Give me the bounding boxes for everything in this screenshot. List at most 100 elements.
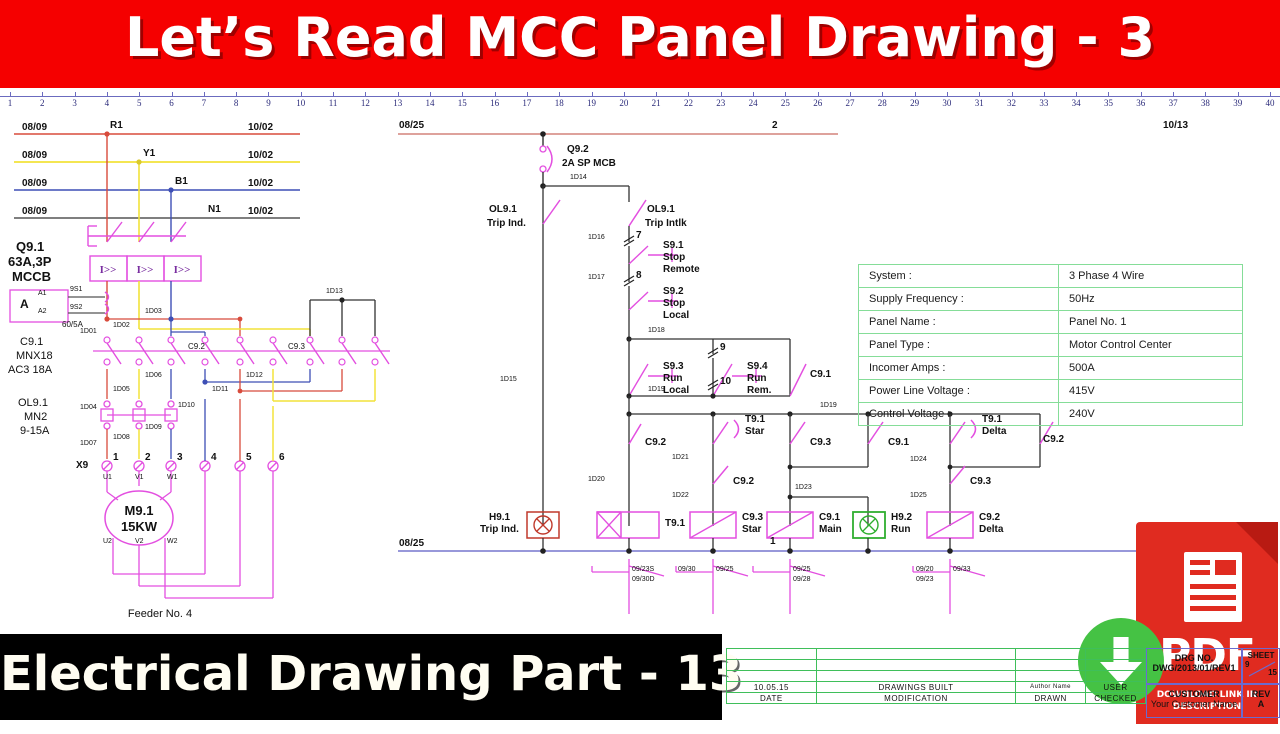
ruler-tick [753, 92, 755, 97]
ruler-tick [74, 92, 76, 97]
revision-blank-cell [815, 670, 1017, 682]
ruler-tick [106, 92, 108, 97]
busbar-ref-left-n: 08/09 [22, 206, 48, 217]
revision-blank-cell [1085, 659, 1146, 671]
wire-1d25: 1D25 [910, 492, 927, 499]
coil-c91-tag: C9.1 [819, 512, 841, 523]
ruler-tick [236, 92, 238, 97]
contactor-model: MNX18 [16, 350, 53, 362]
ruler-tick [1270, 92, 1271, 97]
switch-s91-tag: S9.1 [663, 240, 684, 251]
ruler-number: 37 [1168, 98, 1178, 108]
ruler-tick [1237, 92, 1239, 97]
control-ref-center: 2 [772, 120, 778, 131]
ruler-number: 33 [1039, 98, 1049, 108]
contact-c91-1: C9.1 [888, 437, 910, 448]
wire-1d09: 1D09 [145, 424, 162, 431]
ruler-tick [203, 92, 205, 97]
ruler-tick [139, 92, 141, 97]
spec-key: Control Voltage : [858, 402, 1059, 426]
revision-header-cell: DRAWN [1015, 692, 1087, 704]
ruler-number: 39 [1233, 98, 1243, 108]
wire-1d21: 1D21 [672, 454, 689, 461]
wire-1d18: 1D18 [648, 327, 665, 334]
control-ref-bottom-left: 08/25 [399, 538, 425, 549]
xref-2b: 09/25 [716, 566, 734, 573]
ruler-tick [494, 92, 496, 97]
spec-row: Power Line Voltage :415V [858, 379, 1243, 403]
ruler-number: 8 [233, 98, 239, 108]
banner-title: Let’s Read MCC Panel Drawing - 3 [124, 6, 1156, 69]
spec-value: Motor Control Center [1058, 333, 1243, 357]
drawing-column-ruler: 1 2 3 4 5 6 7 8 9 10 11 12 13 14 15 16 17 18 19 20 21 22 23 24 2… [0, 92, 1280, 114]
ruler-tick [785, 92, 787, 97]
revision-blank-row [726, 659, 1146, 671]
contact-c92-2: C9.2 [733, 476, 755, 487]
drg-no-value: DWG/2013/01/REV1 [1152, 663, 1236, 673]
ruler-tick [979, 92, 981, 97]
ol-trip-ind-desc: Trip Ind. [487, 218, 526, 229]
ruler-tick [1043, 92, 1045, 97]
switch-s91-l1: Stop [663, 252, 686, 263]
ruler-tick [10, 92, 11, 97]
ct-wire-9s2: 9S2 [70, 304, 83, 311]
overload-range: 9-15A [20, 425, 50, 437]
terminal-8: 8 [636, 270, 642, 281]
spec-row: Panel Name : Panel No. 1 [858, 310, 1243, 334]
rev-cell: REV A [1242, 684, 1280, 718]
revision-blank-cell [815, 648, 1017, 660]
busbar-ref-right-r: 10/02 [248, 122, 274, 133]
spec-key: Panel Type : [858, 333, 1059, 357]
busbar-ref-left-y: 08/09 [22, 150, 48, 161]
ruler-number: 34 [1071, 98, 1081, 108]
ruler-tick [268, 92, 270, 97]
spec-row: Panel Type : Motor Control Center [858, 333, 1243, 357]
svg-text:I>>: I>> [137, 264, 154, 276]
motor-terminal-v2: V2 [135, 538, 144, 545]
contact-c92-3: C9.2 [1043, 434, 1065, 445]
phase-label-b1: B1 [175, 176, 188, 187]
wire-1d16: 1D16 [588, 234, 605, 241]
terminal-strip-tag: X9 [76, 460, 89, 471]
revision-header-row: DATE MODIFICATION DRAWN CHECKED [726, 692, 1146, 704]
revision-blank-cell [1015, 659, 1087, 671]
ruler-tick [1205, 92, 1207, 97]
revision-table: 10.05.15 DRAWINGS BUILT Author Name USER DAT… [726, 648, 1146, 718]
spec-key: Power Line Voltage : [858, 379, 1059, 403]
pdf-page-lines-icon [1184, 552, 1242, 622]
revision-data-row: 10.05.15 DRAWINGS BUILT Author Name USER [726, 681, 1146, 693]
ruler-tick [720, 92, 722, 97]
ruler-number: 21 [651, 98, 661, 108]
ruler-number: 5 [136, 98, 142, 108]
motor-terminal-v1: V1 [135, 474, 144, 481]
spec-value: Panel No. 1 [1058, 310, 1243, 334]
ruler-tick [591, 92, 593, 97]
revision-blank-row [726, 670, 1146, 682]
ruler-tick [1108, 92, 1110, 97]
seal-in-contact-label: C9.1 [810, 369, 832, 380]
wire-1d01: 1D01 [80, 328, 97, 335]
rev-value: A [1257, 699, 1265, 709]
drg-no-cell: DRG NO. DWG/2013/01/REV1 [1146, 648, 1242, 684]
revision-data-cell: Author Name [1015, 681, 1087, 693]
customer-name: Your Customer Name [1150, 699, 1238, 709]
wire-1d13: 1D13 [326, 288, 343, 295]
spec-key: System : [858, 264, 1059, 288]
busbar-ref-right-n: 10/02 [248, 206, 274, 217]
video-title-banner: Let’s Read MCC Panel Drawing - 3 [0, 0, 1280, 88]
spec-value: 50Hz [1058, 287, 1243, 311]
ruler-tick [365, 92, 367, 97]
wire-1d02: 1D02 [113, 322, 130, 329]
drg-no-label: DRG NO. [1174, 653, 1214, 663]
ruler-tick [42, 92, 44, 97]
contactor-tag-c92: C9.2 [188, 342, 205, 351]
ruler-number: 10 [296, 98, 306, 108]
ruler-number: 35 [1103, 98, 1113, 108]
mccb-type: MCCB [12, 269, 51, 284]
wire-1d19-a: 1D19 [648, 386, 665, 393]
switch-s92-l2: Local [663, 310, 690, 321]
control-ref-right: 10/13 [1163, 120, 1189, 131]
ruler-line [0, 96, 1280, 97]
ruler-number: 13 [393, 98, 403, 108]
wire-1d22: 1D22 [672, 492, 689, 499]
